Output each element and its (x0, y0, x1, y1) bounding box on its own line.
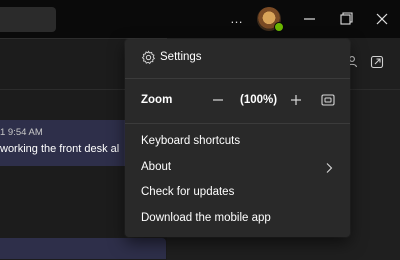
plus-icon[interactable] (288, 92, 304, 108)
zoom-value: (100%) (240, 94, 278, 106)
message-bubble[interactable] (0, 238, 166, 259)
gear-icon (141, 50, 156, 65)
about-label: About (141, 161, 172, 173)
presence-available-badge (274, 22, 284, 32)
settings-label: Settings (160, 51, 202, 63)
chevron-right-icon (326, 163, 333, 173)
message-timestamp: 1 9:54 AM (0, 127, 43, 138)
zoom-control: Zoom (100%) (125, 88, 350, 113)
minimize-icon[interactable] (300, 9, 320, 29)
more-options-button[interactable]: … (226, 8, 248, 30)
menu-item-keyboard-shortcuts[interactable]: Keyboard shortcuts (125, 129, 350, 154)
message-text: working the front desk al (0, 143, 120, 155)
fit-screen-icon[interactable] (321, 93, 335, 107)
title-bar: … (0, 0, 400, 38)
menu-item-check-for-updates[interactable]: Check for updates (125, 180, 350, 205)
minus-icon[interactable] (210, 92, 226, 108)
keyboard-shortcuts-label: Keyboard shortcuts (141, 135, 241, 147)
close-icon[interactable] (372, 9, 392, 29)
menu-item-about[interactable]: About (125, 155, 350, 180)
pop-out-icon[interactable] (370, 55, 384, 69)
zoom-label: Zoom (141, 94, 173, 106)
menu-item-download-mobile-app[interactable]: Download the mobile app (125, 206, 350, 231)
settings-menu: Settings Zoom (100%) Keyboard shortcuts … (125, 39, 350, 237)
restore-icon[interactable] (337, 9, 357, 29)
search-input[interactable] (0, 7, 56, 32)
menu-divider (125, 78, 350, 79)
menu-item-settings[interactable]: Settings (125, 45, 350, 70)
download-mobile-app-label: Download the mobile app (141, 212, 271, 224)
menu-divider (125, 123, 350, 124)
check-for-updates-label: Check for updates (141, 186, 235, 198)
